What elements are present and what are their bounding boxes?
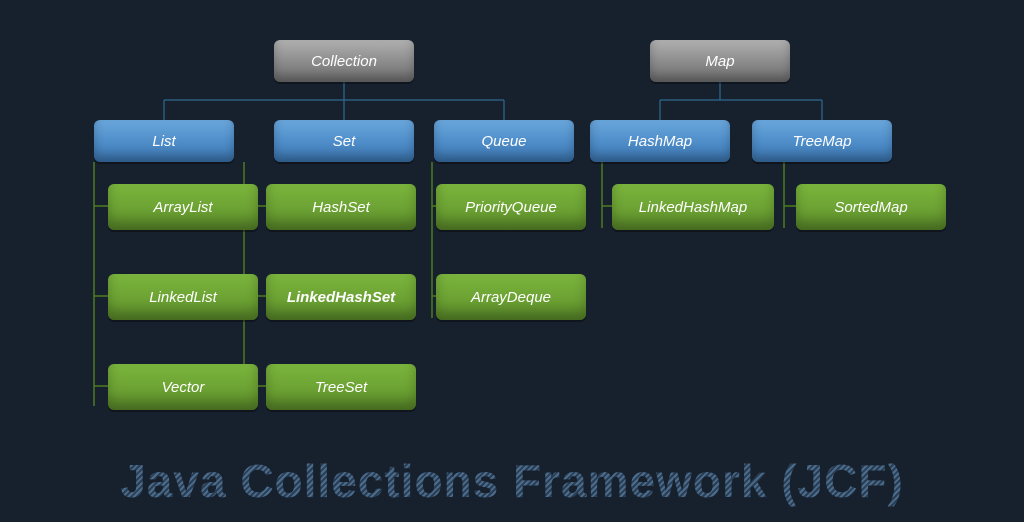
label: Collection <box>311 53 377 70</box>
node-linkedhashmap: LinkedHashMap <box>612 184 774 230</box>
diagram-stage: Collection Map List Set Queue HashMap Tr… <box>0 0 1024 522</box>
node-priorityqueue: PriorityQueue <box>436 184 586 230</box>
node-vector: Vector <box>108 364 258 410</box>
label: LinkedHashSet <box>287 289 395 306</box>
label: ArrayDeque <box>471 289 551 306</box>
node-treeset: TreeSet <box>266 364 416 410</box>
label: TreeSet <box>315 379 367 396</box>
label: Set <box>333 133 356 150</box>
label: Vector <box>162 379 205 396</box>
node-linkedlist: LinkedList <box>108 274 258 320</box>
connector-lines <box>0 0 1024 522</box>
label: Map <box>705 53 734 70</box>
node-map: Map <box>650 40 790 82</box>
node-collection: Collection <box>274 40 414 82</box>
node-set: Set <box>274 120 414 162</box>
node-list: List <box>94 120 234 162</box>
node-hashmap: HashMap <box>590 120 730 162</box>
node-queue: Queue <box>434 120 574 162</box>
node-treemap: TreeMap <box>752 120 892 162</box>
node-arraylist: ArrayList <box>108 184 258 230</box>
node-sortedmap: SortedMap <box>796 184 946 230</box>
diagram-title: Java Collections Framework (JCF) <box>0 454 1024 508</box>
node-hashset: HashSet <box>266 184 416 230</box>
label: HashSet <box>312 199 370 216</box>
label: LinkedList <box>149 289 217 306</box>
label: Queue <box>481 133 526 150</box>
node-linkedhashset: LinkedHashSet <box>266 274 416 320</box>
label: ArrayList <box>153 199 212 216</box>
label: TreeMap <box>793 133 852 150</box>
label: LinkedHashMap <box>639 199 747 216</box>
label: PriorityQueue <box>465 199 557 216</box>
label: HashMap <box>628 133 692 150</box>
node-arraydeque: ArrayDeque <box>436 274 586 320</box>
label: SortedMap <box>834 199 907 216</box>
label: List <box>152 133 175 150</box>
